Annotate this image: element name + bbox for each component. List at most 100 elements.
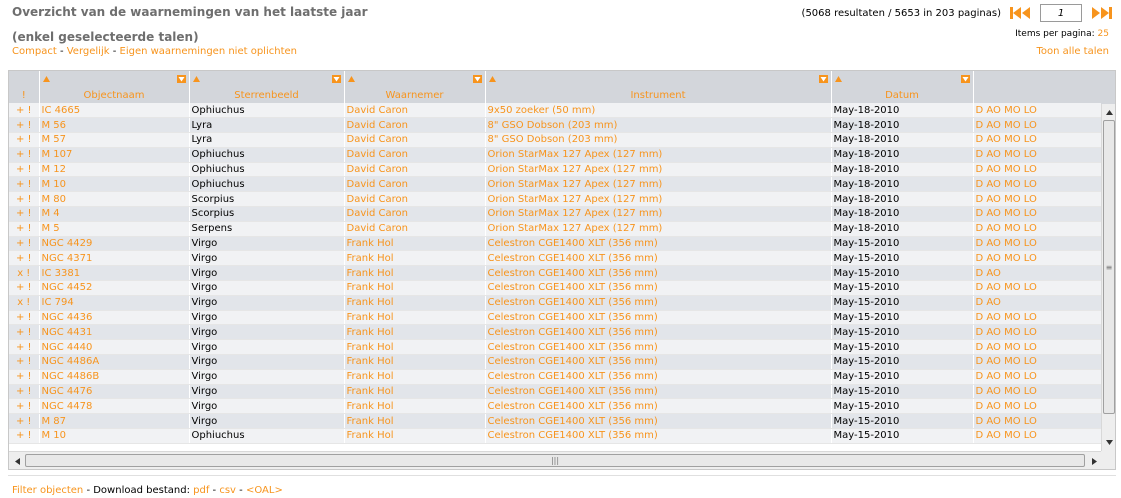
col-header-sterrenbeeld[interactable]: Sterrenbeeld bbox=[189, 71, 345, 103]
object-name-link[interactable]: M 87 bbox=[39, 413, 190, 430]
languages-links[interactable]: D AO MO LO bbox=[973, 324, 1103, 341]
sort-asc-icon[interactable] bbox=[347, 74, 355, 85]
languages-links[interactable]: D AO MO LO bbox=[973, 236, 1103, 252]
observer-link[interactable]: Frank Hol bbox=[344, 250, 486, 267]
languages-links[interactable]: D AO MO LO bbox=[973, 354, 1103, 370]
observer-link[interactable]: David Caron bbox=[344, 221, 486, 237]
row-flag[interactable]: + ! bbox=[9, 369, 40, 385]
instrument-link[interactable]: Celestron CGE1400 XLT (356 mm) bbox=[485, 369, 832, 385]
horizontal-scrollbar[interactable]: ||| bbox=[9, 451, 1102, 469]
observer-link[interactable]: Frank Hol bbox=[344, 236, 486, 252]
instrument-link[interactable]: Celestron CGE1400 XLT (356 mm) bbox=[485, 339, 832, 356]
row-flag[interactable]: + ! bbox=[9, 339, 40, 356]
vergelijk-link[interactable]: Vergelijk bbox=[67, 46, 110, 57]
instrument-link[interactable]: Orion StarMax 127 Apex (127 mm) bbox=[485, 221, 832, 237]
row-flag[interactable]: + ! bbox=[9, 354, 40, 370]
instrument-link[interactable]: Orion StarMax 127 Apex (127 mm) bbox=[485, 176, 832, 193]
object-name-link[interactable]: M 5 bbox=[39, 221, 190, 237]
object-name-link[interactable]: NGC 4440 bbox=[39, 339, 190, 356]
object-name-link[interactable]: NGC 4486A bbox=[39, 354, 190, 370]
row-flag[interactable]: + ! bbox=[9, 236, 40, 252]
observer-link[interactable]: Frank Hol bbox=[344, 310, 486, 326]
instrument-link[interactable]: Orion StarMax 127 Apex (127 mm) bbox=[485, 147, 832, 163]
languages-links[interactable]: D AO MO LO bbox=[973, 132, 1103, 148]
items-per-page-value[interactable]: 25 bbox=[1098, 29, 1109, 39]
languages-links[interactable]: D AO MO LO bbox=[973, 280, 1103, 296]
row-flag[interactable]: + ! bbox=[9, 221, 40, 237]
row-flag[interactable]: + ! bbox=[9, 310, 40, 326]
sort-desc-icon[interactable] bbox=[331, 75, 341, 86]
languages-links[interactable]: D AO MO LO bbox=[973, 206, 1103, 222]
observer-link[interactable]: Frank Hol bbox=[344, 398, 486, 415]
languages-links[interactable]: D AO MO LO bbox=[973, 147, 1103, 163]
row-flag[interactable]: + ! bbox=[9, 191, 40, 208]
languages-links[interactable]: D AO MO LO bbox=[973, 384, 1103, 400]
row-flag[interactable]: + ! bbox=[9, 176, 40, 193]
object-name-link[interactable]: M 12 bbox=[39, 162, 190, 178]
sort-asc-icon[interactable] bbox=[488, 74, 496, 85]
filter-objects-link[interactable]: Filter objecten bbox=[12, 485, 83, 496]
instrument-link[interactable]: Celestron CGE1400 XLT (356 mm) bbox=[485, 324, 832, 341]
object-name-link[interactable]: NGC 4478 bbox=[39, 398, 190, 415]
instrument-link[interactable]: 9x50 zoeker (50 mm) bbox=[485, 103, 832, 119]
languages-links[interactable]: D AO MO LO bbox=[973, 339, 1103, 356]
instrument-link[interactable]: Orion StarMax 127 Apex (127 mm) bbox=[485, 191, 832, 208]
col-header-waarnemer[interactable]: Waarnemer bbox=[344, 71, 486, 103]
sort-asc-icon[interactable] bbox=[192, 74, 200, 85]
languages-links[interactable]: D AO bbox=[973, 265, 1103, 282]
languages-links[interactable]: D AO MO LO bbox=[973, 103, 1103, 119]
row-flag[interactable]: + ! bbox=[9, 398, 40, 415]
object-name-link[interactable]: IC 794 bbox=[39, 295, 190, 311]
object-name-link[interactable]: NGC 4431 bbox=[39, 324, 190, 341]
scroll-down-icon[interactable] bbox=[1102, 435, 1115, 449]
observer-link[interactable]: Frank Hol bbox=[344, 265, 486, 282]
instrument-link[interactable]: Celestron CGE1400 XLT (356 mm) bbox=[485, 280, 832, 296]
observer-link[interactable]: David Caron bbox=[344, 206, 486, 222]
observer-link[interactable]: Frank Hol bbox=[344, 280, 486, 296]
languages-links[interactable]: D AO MO LO bbox=[973, 369, 1103, 385]
observer-link[interactable]: David Caron bbox=[344, 147, 486, 163]
object-name-link[interactable]: NGC 4371 bbox=[39, 250, 190, 267]
scroll-left-icon[interactable] bbox=[10, 454, 24, 468]
languages-links[interactable]: D AO MO LO bbox=[973, 398, 1103, 415]
sort-desc-icon[interactable] bbox=[472, 75, 482, 86]
sort-desc-icon[interactable] bbox=[960, 75, 970, 86]
object-name-link[interactable]: NGC 4429 bbox=[39, 236, 190, 252]
col-header-instrument[interactable]: Instrument bbox=[485, 71, 832, 103]
languages-links[interactable]: D AO MO LO bbox=[973, 117, 1103, 134]
languages-links[interactable]: D AO MO LO bbox=[973, 176, 1103, 193]
scroll-right-icon[interactable] bbox=[1087, 454, 1101, 468]
object-name-link[interactable]: NGC 4476 bbox=[39, 384, 190, 400]
object-name-link[interactable]: M 107 bbox=[39, 147, 190, 163]
languages-links[interactable]: D AO MO LO bbox=[973, 250, 1103, 267]
object-name-link[interactable]: IC 4665 bbox=[39, 103, 190, 119]
download-csv-link[interactable]: csv bbox=[219, 485, 236, 496]
next-page-icon[interactable] bbox=[1089, 4, 1113, 22]
instrument-link[interactable]: Celestron CGE1400 XLT (356 mm) bbox=[485, 428, 832, 444]
sort-desc-icon[interactable] bbox=[176, 75, 186, 86]
instrument-link[interactable]: Celestron CGE1400 XLT (356 mm) bbox=[485, 310, 832, 326]
observer-link[interactable]: Frank Hol bbox=[344, 384, 486, 400]
row-flag[interactable]: + ! bbox=[9, 384, 40, 400]
col-header-datum[interactable]: Datum bbox=[831, 71, 974, 103]
row-flag[interactable]: x ! bbox=[9, 295, 40, 311]
row-flag[interactable]: + ! bbox=[9, 428, 40, 444]
row-flag[interactable]: + ! bbox=[9, 132, 40, 148]
object-name-link[interactable]: M 57 bbox=[39, 132, 190, 148]
object-name-link[interactable]: M 4 bbox=[39, 206, 190, 222]
row-flag[interactable]: + ! bbox=[9, 413, 40, 430]
scroll-up-icon[interactable] bbox=[1102, 105, 1115, 119]
vertical-scroll-thumb[interactable]: ≡ bbox=[1103, 120, 1115, 414]
observer-link[interactable]: Frank Hol bbox=[344, 369, 486, 385]
observer-link[interactable]: Frank Hol bbox=[344, 295, 486, 311]
observer-link[interactable]: David Caron bbox=[344, 191, 486, 208]
sort-asc-icon[interactable] bbox=[834, 74, 842, 85]
observer-link[interactable]: Frank Hol bbox=[344, 339, 486, 356]
row-flag[interactable]: + ! bbox=[9, 324, 40, 341]
col-header-objectnaam[interactable]: Objectnaam bbox=[39, 71, 190, 103]
languages-links[interactable]: D AO bbox=[973, 295, 1103, 311]
observer-link[interactable]: David Caron bbox=[344, 117, 486, 134]
download-pdf-link[interactable]: pdf bbox=[193, 485, 209, 496]
languages-links[interactable]: D AO MO LO bbox=[973, 413, 1103, 430]
instrument-link[interactable]: Celestron CGE1400 XLT (356 mm) bbox=[485, 398, 832, 415]
